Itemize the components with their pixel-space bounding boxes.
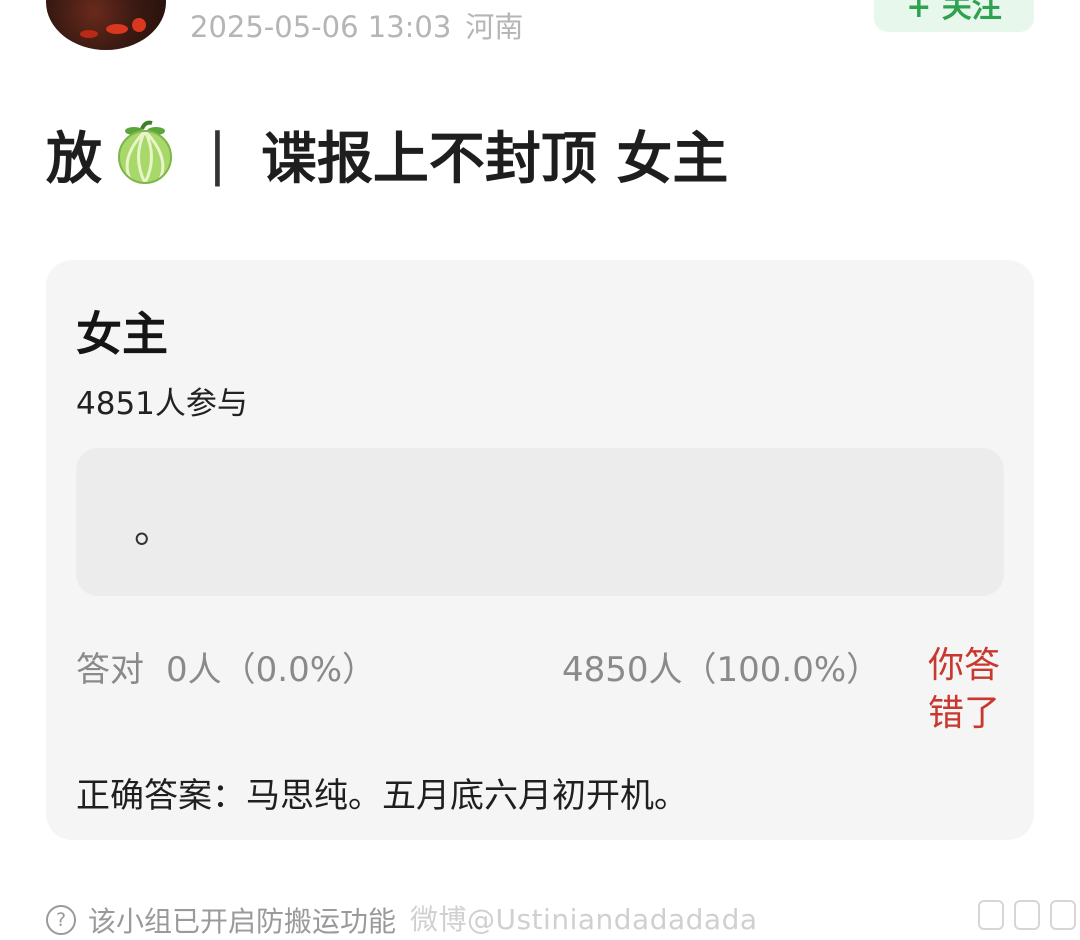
correct-label: 答对: [76, 650, 144, 690]
post-meta: 2025-05-06 13:03 河南: [190, 4, 523, 44]
correct-stat: 答对 0人（0.0%）: [76, 642, 376, 691]
result-label: 你答错了: [928, 645, 1001, 734]
quiz-option[interactable]: 。: [76, 448, 1004, 596]
quiz-option-text: 。: [134, 506, 174, 552]
avatar[interactable]: [46, 0, 166, 50]
more-icon: [978, 900, 1076, 930]
post-timestamp: 2025-05-06 13:03: [190, 10, 452, 44]
footer-notice-text: 该小组已开启防搬运功能: [88, 905, 397, 938]
correct-count: 0人（0.0%）: [166, 650, 377, 690]
wrong-stat: 4850人（100.0%）: [562, 650, 881, 690]
post-title: 放 | 谍报上不封顶 女主: [46, 118, 728, 192]
post-location: 河南: [465, 10, 524, 44]
correct-answer: 正确答案：马思纯。五月底六月初开机。: [76, 776, 688, 816]
quiz-participants: 4851人参与: [76, 386, 248, 422]
help-icon[interactable]: ?: [46, 905, 76, 935]
title-separator: |: [208, 121, 227, 187]
quiz-card: 女主 4851人参与 。 答对 0人（0.0%） 4850人（100.0%） 你答…: [46, 260, 1034, 840]
follow-button[interactable]: + 关注: [874, 0, 1034, 32]
footer-notice[interactable]: ? 该小组已开启防搬运功能: [46, 900, 396, 940]
title-text: 谍报上不封顶 女主: [260, 126, 729, 192]
watermark: 微博@Ustiniandadadada: [410, 903, 758, 936]
quiz-question: 女主: [76, 307, 168, 361]
melon-icon: [112, 119, 178, 185]
title-prefix: 放: [46, 126, 102, 192]
